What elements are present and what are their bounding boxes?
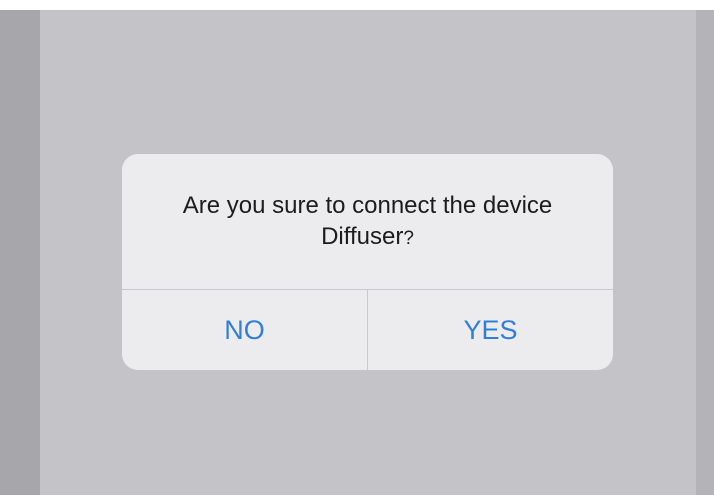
screen-right-edge	[696, 10, 714, 495]
no-button[interactable]: NO	[122, 290, 367, 370]
device-name: Diffuser	[321, 222, 404, 250]
screen-left-edge	[0, 10, 40, 495]
dialog-message-line1: Are you sure to connect the device	[182, 191, 553, 219]
confirm-connect-dialog: Are you sure to connect the device Diffu…	[122, 154, 613, 370]
dialog-message: Are you sure to connect the device Diffu…	[122, 154, 613, 289]
dialog-message-line2: Diffuser ?	[321, 221, 414, 254]
yes-button[interactable]: YES	[368, 290, 613, 370]
question-mark: ?	[403, 227, 414, 249]
